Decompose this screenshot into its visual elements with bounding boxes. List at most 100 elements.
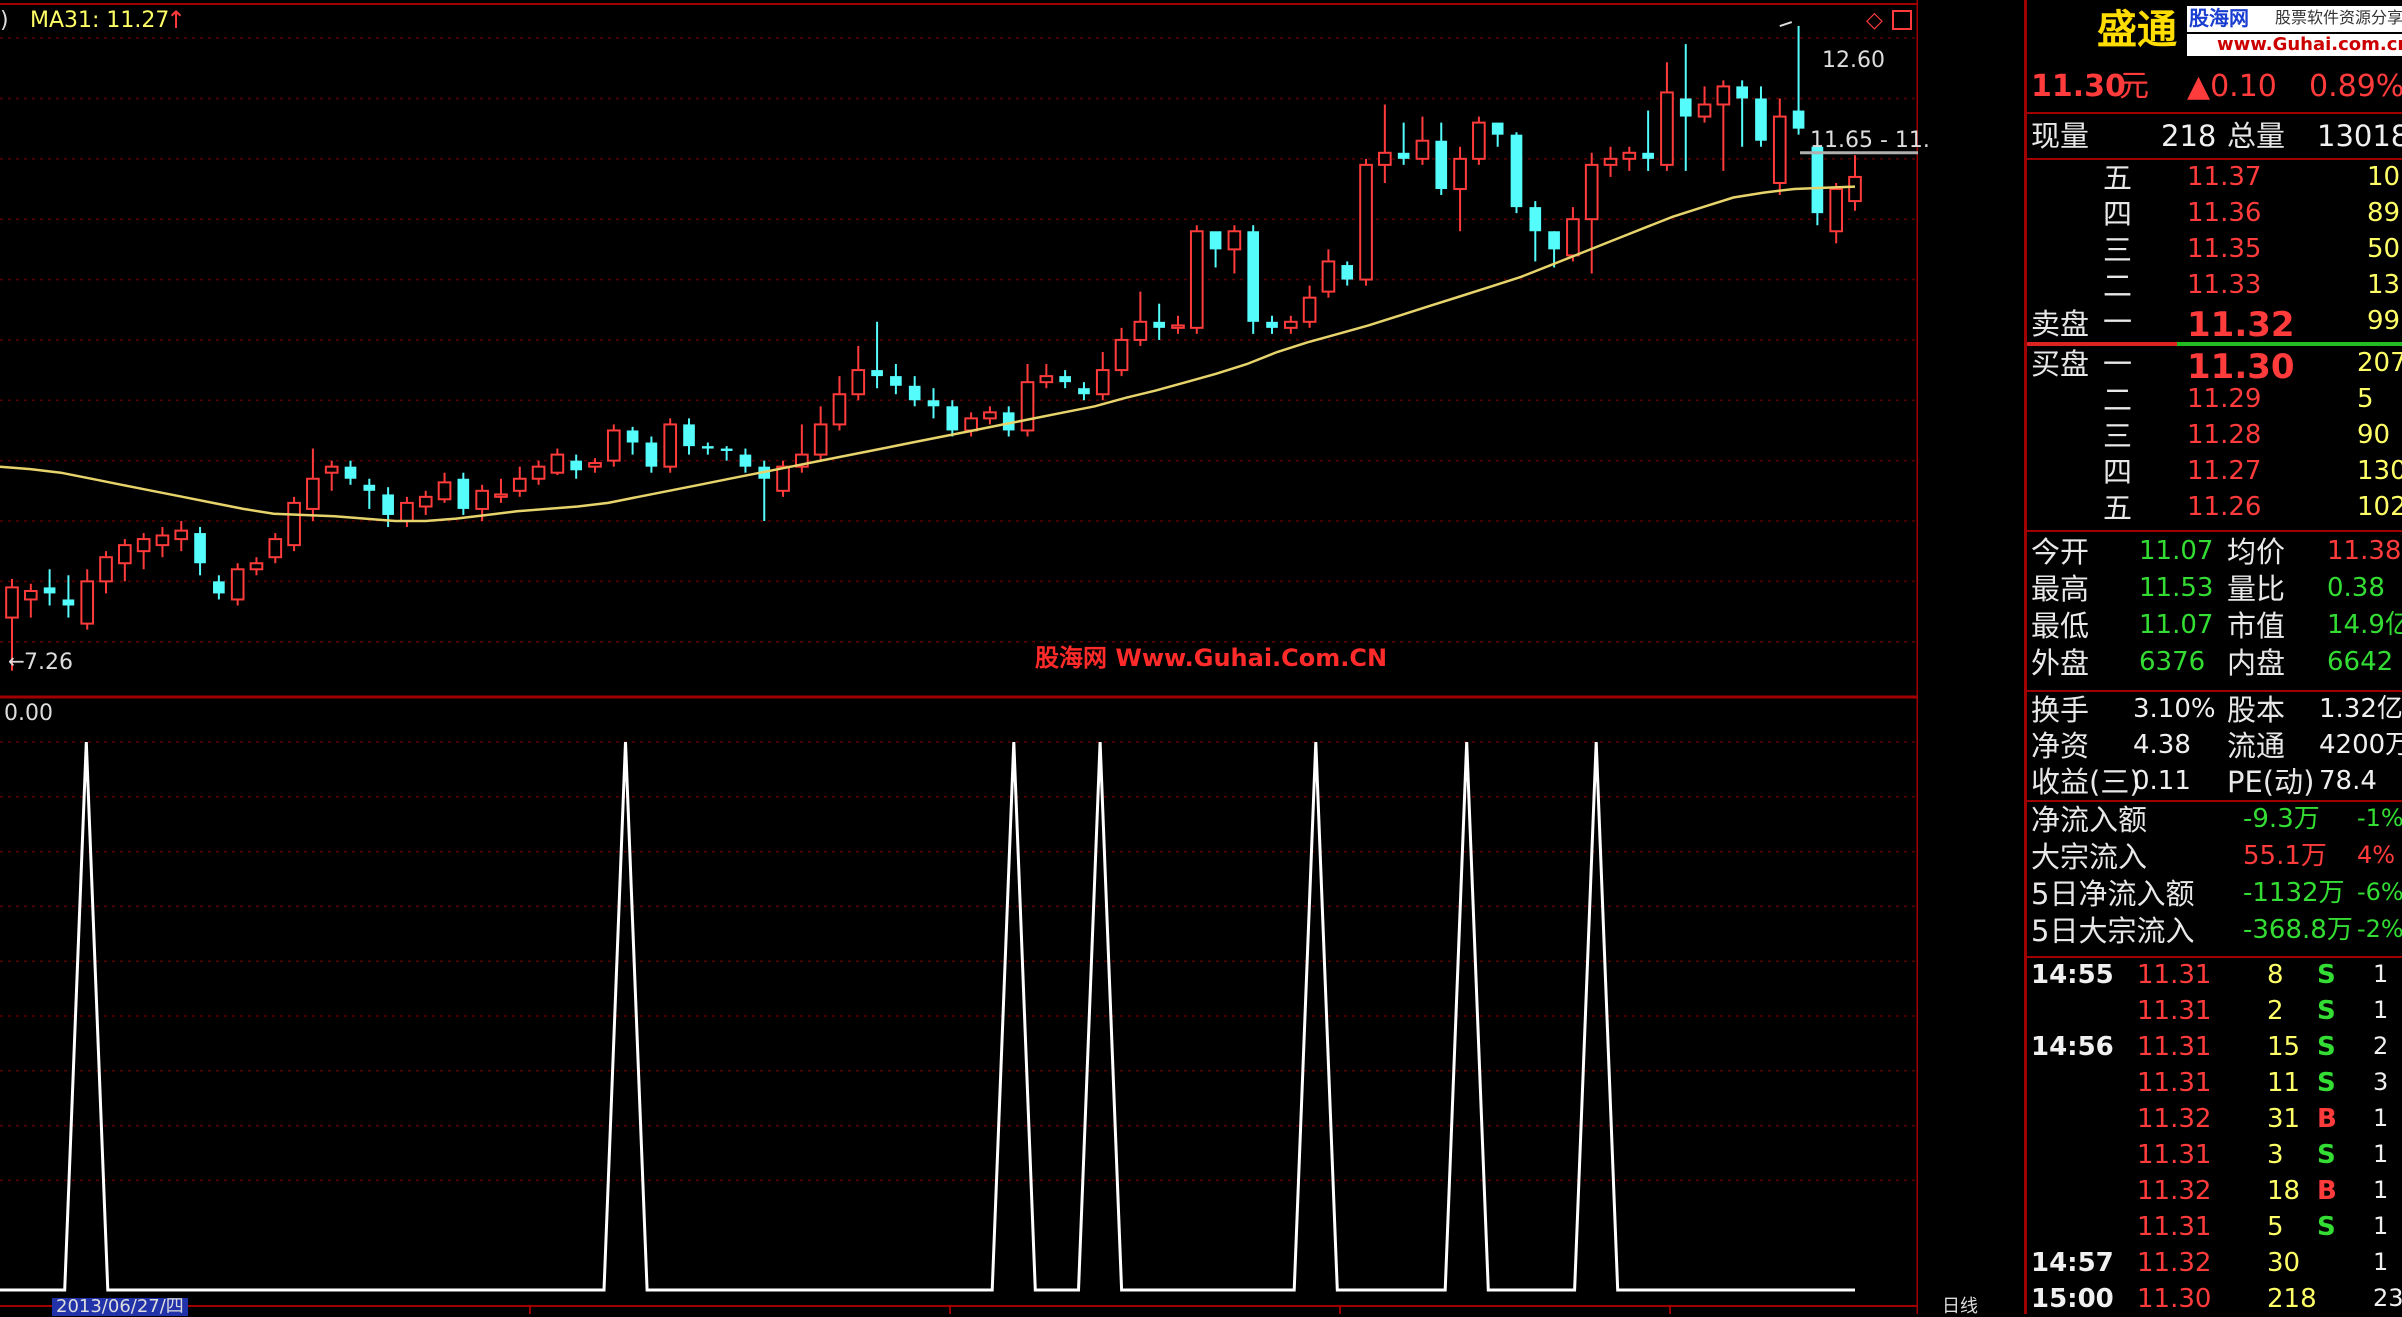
flow-pct: -6% xyxy=(2357,878,2402,906)
candle-body-up xyxy=(1415,139,1430,160)
tick-volume: 218 xyxy=(2267,1284,2317,1314)
price-change: ▲0.10 xyxy=(2187,69,2277,104)
candle-body-down xyxy=(1078,388,1090,395)
price-change-pct: 0.89% xyxy=(2309,69,2402,104)
buy-price: 11.26 xyxy=(2187,492,2262,522)
tick-count: 3 xyxy=(2373,1068,2389,1096)
candle-body-up xyxy=(494,493,508,498)
sell-label: 卖盘 xyxy=(2031,307,2090,341)
tick-count: 1 xyxy=(2373,1104,2389,1132)
buy-price: 11.28 xyxy=(2187,420,2262,450)
candle-body-up xyxy=(249,562,264,571)
buy-price: 11.30 xyxy=(2187,347,2295,387)
candle-body-up xyxy=(1039,375,1054,384)
sell-level-label: 三 xyxy=(2103,233,2133,267)
candle-body-down xyxy=(1209,231,1222,250)
candle-body-down xyxy=(946,406,959,431)
candle-body-down xyxy=(1510,134,1523,208)
candle-body-up xyxy=(1603,157,1618,166)
sell-price: 11.32 xyxy=(2187,305,2295,345)
tick-count: 23 xyxy=(2373,1284,2402,1312)
buy-label: 买盘 xyxy=(2031,347,2090,381)
candle-body-down xyxy=(1341,265,1354,280)
window-restore-icon[interactable] xyxy=(1892,10,1912,30)
diamond-icon[interactable]: ◇ xyxy=(1866,10,1883,32)
candle-body-up xyxy=(118,544,132,565)
candle-body-down xyxy=(701,446,714,449)
candle-body-up xyxy=(287,501,301,547)
stat-value: 11.07 xyxy=(2139,610,2214,640)
tick-count: 1 xyxy=(2373,1176,2389,1204)
candle-body-down xyxy=(1736,86,1748,99)
candle-body-down xyxy=(1811,146,1824,214)
watermark: 股海网 Www.Guhai.Com.CN xyxy=(1035,644,1388,672)
buy-volume: 207 xyxy=(2357,348,2402,378)
logo-url-banner: www.Guhai.com.cn xyxy=(2187,34,2402,56)
tick-count: 1 xyxy=(2373,960,2389,988)
candle-body-down xyxy=(363,484,376,491)
tick-count: 1 xyxy=(2373,1140,2389,1168)
sell-volume: 89 xyxy=(2367,198,2401,228)
candle-body-up xyxy=(1660,91,1674,166)
low-arrow-icon: ← xyxy=(8,649,25,673)
candle-body-up xyxy=(306,477,320,510)
current-volume: 218 xyxy=(2161,119,2217,153)
tick-count: 1 xyxy=(2373,996,2389,1024)
candle-body-up xyxy=(1472,121,1486,160)
candle-body-up xyxy=(418,495,433,508)
tick-volume: 18 xyxy=(2267,1176,2301,1206)
tick-price: 11.31 xyxy=(2137,1212,2212,1242)
stat-value: 6376 xyxy=(2139,647,2206,677)
candle-body-down xyxy=(739,454,752,467)
stat-value: 6642 xyxy=(2327,647,2394,677)
flow-label: 大宗流入 xyxy=(2031,840,2148,874)
candle-body-up xyxy=(1566,218,1580,257)
stat-value: 0.38 xyxy=(2327,573,2385,603)
flow-pct: 4% xyxy=(2357,841,2396,869)
tick-volume: 3 xyxy=(2267,1140,2284,1170)
sell-price: 11.33 xyxy=(2187,270,2262,300)
stat2-label: 净资 xyxy=(2031,729,2090,763)
candle-body-down xyxy=(62,599,75,606)
high-price-label: 12.60 xyxy=(1822,48,1885,73)
candle-body-down xyxy=(382,494,394,515)
candle-body-up xyxy=(1359,163,1373,281)
candle-body-down xyxy=(908,385,921,401)
stat-label: 今开 xyxy=(2031,535,2090,569)
candle-body-up xyxy=(268,538,283,559)
stat-label: 市值 xyxy=(2227,609,2286,643)
candle-body-up xyxy=(1829,188,1844,233)
candle-body-down xyxy=(194,533,206,564)
candle-body-up xyxy=(155,534,170,547)
logo-banner: 股海网 股票软件资源分享 xyxy=(2187,6,2402,32)
candle-body-up xyxy=(1171,324,1185,329)
total-volume-label: 总量 xyxy=(2227,119,2286,153)
candle-body-up xyxy=(1772,115,1787,184)
stat2-value: 4200万 xyxy=(2319,730,2402,760)
tick-price: 11.30 xyxy=(2137,1284,2212,1314)
candle-body-up xyxy=(813,423,828,456)
candle-body-down xyxy=(1059,376,1071,383)
candle-body-up xyxy=(174,529,189,541)
sell-price: 11.36 xyxy=(2187,198,2262,228)
sell-buy-divider-red xyxy=(2027,342,2177,346)
candle-body-down xyxy=(43,587,56,594)
stat2-value: 3.10% xyxy=(2133,694,2216,724)
flow-pct: -1% xyxy=(2357,804,2402,832)
candle-body-up xyxy=(1283,320,1298,329)
sell-volume: 99 xyxy=(2367,306,2401,336)
sell-volume: 13 xyxy=(2367,270,2401,300)
candle-body-down xyxy=(626,430,639,443)
candle-body-up xyxy=(1584,163,1599,221)
sell-buy-divider-green xyxy=(2177,342,2402,346)
sell-level-label: 五 xyxy=(2103,161,2133,195)
candle-body-up xyxy=(588,462,602,468)
stat-value: 14.9亿 xyxy=(2327,610,2402,640)
candle-body-down xyxy=(871,370,883,377)
price-chart[interactable]: 12.5012.0011.5011.0010.5010.009.509.008.… xyxy=(0,0,1918,1314)
tick-volume: 15 xyxy=(2267,1032,2301,1062)
candle-body-up xyxy=(1716,85,1731,106)
candle-body-down xyxy=(344,466,357,479)
candle-body-up xyxy=(1020,381,1035,432)
stat2-label: 收益(三) xyxy=(2031,765,2141,799)
